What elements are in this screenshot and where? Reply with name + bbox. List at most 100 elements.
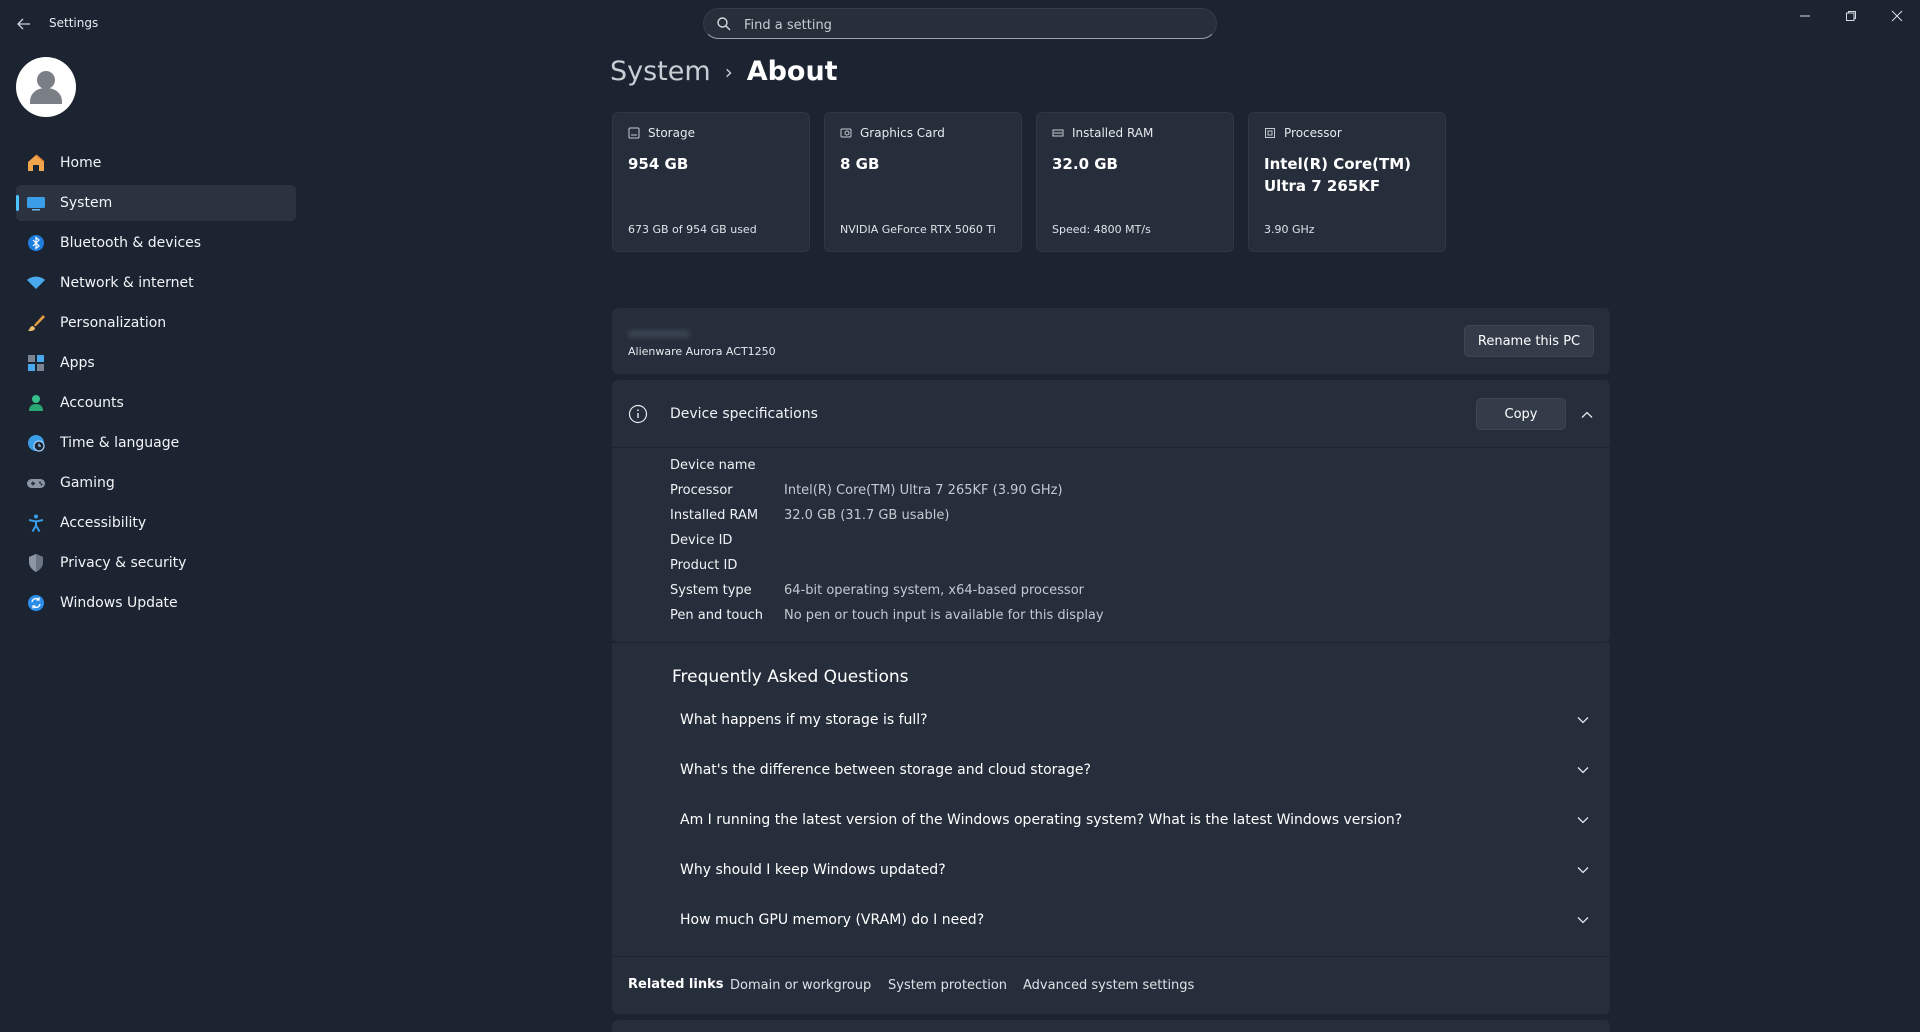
sidebar-item-label: Apps (60, 355, 95, 371)
faq-item[interactable]: Am I running the latest version of the W… (670, 795, 1590, 845)
card-sub: 673 GB of 954 GB used (628, 223, 757, 236)
chevron-down-icon (1576, 713, 1590, 727)
spec-row-device-id: Device ID (670, 533, 733, 548)
link-domain-workgroup[interactable]: Domain or workgroup (730, 978, 871, 993)
storage-card[interactable]: Storage 954 GB 673 GB of 954 GB used (612, 112, 810, 252)
spec-row-product-id: Product ID (670, 558, 738, 573)
brush-icon (26, 313, 46, 333)
home-icon (26, 153, 46, 173)
spec-row-system-type: System type 64-bit operating system, x64-… (670, 583, 1084, 598)
search-icon (716, 16, 732, 32)
sidebar-item-label: System (60, 195, 113, 211)
card-sub: Speed: 4800 MT/s (1052, 223, 1151, 236)
cpu-icon (1265, 128, 1275, 138)
avatar[interactable] (16, 57, 76, 117)
chevron-down-icon (1576, 763, 1590, 777)
spec-row-pen-touch: Pen and touch No pen or touch input is av… (670, 608, 1104, 623)
pc-name-redacted (628, 330, 690, 338)
section-title: Device specifications (670, 406, 818, 422)
sidebar-item-home[interactable]: Home (16, 145, 296, 181)
sidebar-item-label: Time & language (60, 435, 180, 451)
related-links-label: Related links (628, 977, 724, 992)
sidebar-item-personalization[interactable]: Personalization (16, 305, 296, 341)
back-arrow-icon[interactable] (14, 14, 34, 34)
info-icon (628, 404, 648, 424)
search-input[interactable] (742, 14, 1206, 36)
sidebar-item-label: Accounts (60, 395, 124, 411)
sidebar-item-label: Home (60, 155, 102, 171)
card-value: 954 GB (628, 155, 689, 173)
card-label: Graphics Card (860, 126, 945, 140)
sidebar-item-accessibility[interactable]: Accessibility (16, 505, 296, 541)
chevron-down-icon (1576, 813, 1590, 827)
sidebar-item-accounts[interactable]: Accounts (16, 385, 296, 421)
device-specifications-header[interactable]: Device specifications Copy (612, 380, 1610, 448)
storage-icon (628, 127, 640, 139)
card-label: Installed RAM (1072, 126, 1154, 140)
system-icon (26, 193, 46, 213)
pc-name-panel: Alienware Aurora ACT1250 Rename this PC (612, 308, 1610, 374)
chevron-up-icon[interactable] (1580, 407, 1594, 421)
person-icon (26, 393, 46, 413)
faq-item[interactable]: How much GPU memory (VRAM) do I need? (670, 895, 1590, 945)
sidebar-item-label: Windows Update (60, 595, 178, 611)
bluetooth-icon (26, 233, 46, 253)
restore-icon[interactable] (1828, 6, 1874, 26)
card-value: Intel(R) Core(TM) Ultra 7 265KF (1264, 155, 1411, 195)
breadcrumb-parent[interactable]: System (610, 56, 711, 87)
sidebar-item-label: Network & internet (60, 275, 194, 291)
sidebar-item-system[interactable]: System (16, 185, 296, 221)
card-value: 32.0 GB (1052, 155, 1118, 173)
breadcrumb-separator: › (724, 59, 733, 84)
link-system-protection[interactable]: System protection (888, 978, 1007, 993)
wifi-icon (26, 273, 46, 293)
spec-row-processor: Processor Intel(R) Core(TM) Ultra 7 265KF… (670, 483, 1063, 498)
card-label: Storage (648, 126, 695, 140)
card-label: Processor (1284, 126, 1342, 140)
search-box[interactable] (703, 8, 1217, 39)
gamepad-icon (26, 473, 46, 493)
shield-icon (26, 553, 46, 573)
sidebar-item-windows-update[interactable]: Windows Update (16, 585, 296, 621)
processor-card[interactable]: Processor Intel(R) Core(TM) Ultra 7 265K… (1248, 112, 1446, 252)
sidebar-item-time-language[interactable]: Time & language (16, 425, 296, 461)
ram-icon (1052, 129, 1064, 137)
sidebar-item-apps[interactable]: Apps (16, 345, 296, 381)
graphics-card-card[interactable]: Graphics Card 8 GB NVIDIA GeForce RTX 50… (824, 112, 1022, 252)
faq-item[interactable]: What's the difference between storage an… (670, 745, 1590, 795)
faq-item[interactable]: Why should I keep Windows updated? (670, 845, 1590, 895)
sidebar-item-gaming[interactable]: Gaming (16, 465, 296, 501)
sidebar-item-network[interactable]: Network & internet (16, 265, 296, 301)
sidebar-item-label: Gaming (60, 475, 115, 491)
close-icon[interactable] (1874, 6, 1920, 26)
sidebar-item-label: Bluetooth & devices (60, 235, 202, 251)
page-title: About (746, 56, 838, 87)
sidebar-item-bluetooth[interactable]: Bluetooth & devices (16, 225, 296, 261)
minimize-icon[interactable] (1782, 6, 1828, 26)
sidebar-item-privacy-security[interactable]: Privacy & security (16, 545, 296, 581)
faq-list: What happens if my storage is full? What… (670, 695, 1590, 945)
sidebar-item-label: Accessibility (60, 515, 147, 531)
link-advanced-system-settings[interactable]: Advanced system settings (1023, 978, 1194, 993)
related-links-panel: Related links Domain or workgroup System… (612, 956, 1610, 1014)
spec-rows: Device name Processor Intel(R) Core(TM) U… (670, 458, 1104, 633)
device-specifications-panel: Device specifications Copy Device name P… (612, 380, 1610, 642)
installed-ram-card[interactable]: Installed RAM 32.0 GB Speed: 4800 MT/s (1036, 112, 1234, 252)
next-panel-edge (612, 1020, 1610, 1032)
update-icon (26, 593, 46, 613)
faq-title: Frequently Asked Questions (672, 667, 909, 687)
faq-item[interactable]: What happens if my storage is full? (670, 695, 1590, 745)
rename-pc-button[interactable]: Rename this PC (1464, 325, 1594, 357)
user-icon (30, 71, 62, 104)
chevron-down-icon (1576, 913, 1590, 927)
summary-cards: Storage 954 GB 673 GB of 954 GB used Gra… (612, 112, 1446, 252)
card-sub: 3.90 GHz (1264, 223, 1315, 236)
spec-row-installed-ram: Installed RAM 32.0 GB (31.7 GB usable) (670, 508, 950, 523)
faq-panel: Frequently Asked Questions What happens … (612, 642, 1610, 956)
spec-row-device-name: Device name (670, 458, 756, 473)
sidebar-nav: Home System Bluetooth & devices Network … (16, 145, 296, 625)
copy-button[interactable]: Copy (1476, 398, 1566, 430)
card-sub: NVIDIA GeForce RTX 5060 Ti (840, 223, 996, 236)
gpu-icon (840, 128, 852, 138)
title-bar: Settings (0, 0, 1920, 48)
